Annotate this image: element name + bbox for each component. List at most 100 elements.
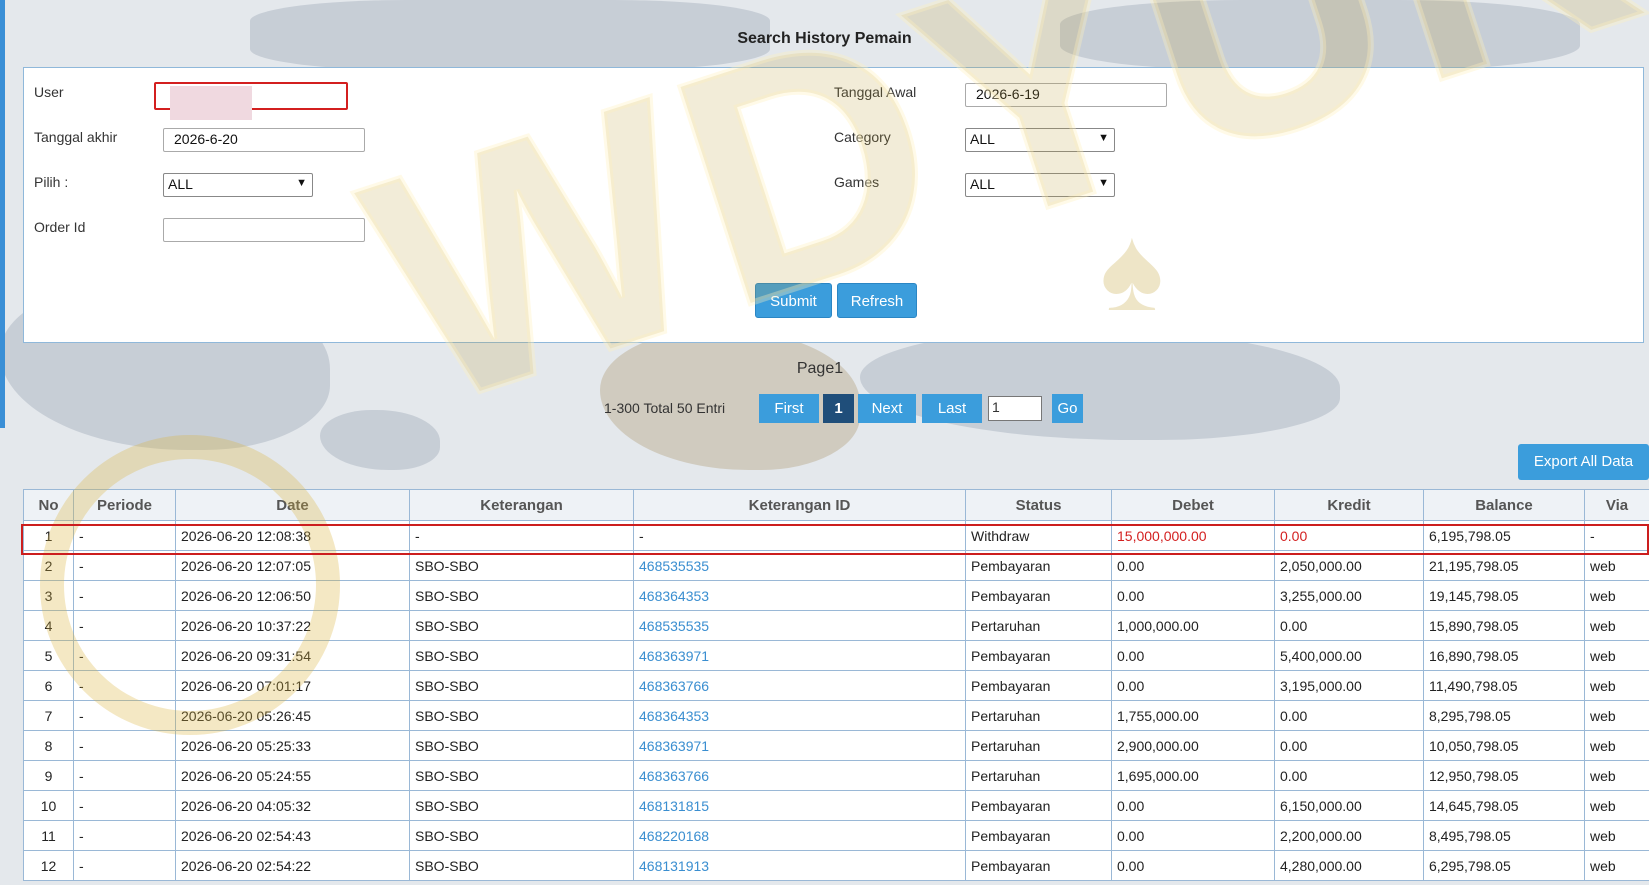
column-header: Keterangan ID <box>633 489 966 521</box>
table-row[interactable]: 8-2026-06-20 05:25:33 SBO-SBO 468363971 Per… <box>23 730 1649 761</box>
table-cell: Pertaruhan <box>965 700 1112 731</box>
table-cell: 8,295,798.05 <box>1423 700 1585 731</box>
table-cell[interactable]: 468131815 <box>633 790 966 821</box>
column-header: No <box>23 489 74 521</box>
table-cell: 1,695,000.00 <box>1111 760 1275 791</box>
table-cell: 6,295,798.05 <box>1423 850 1585 881</box>
table-cell: 2026-06-20 04:05:32 <box>175 790 410 821</box>
first-page-button[interactable]: First <box>759 394 819 423</box>
table-cell: 4 <box>23 610 74 641</box>
table-row[interactable]: 11-2026-06-20 02:54:43 SBO-SBO 468220168 Pe… <box>23 820 1649 851</box>
table-cell: SBO-SBO <box>409 550 634 581</box>
table-cell: 0.00 <box>1274 610 1424 641</box>
table-cell: SBO-SBO <box>409 700 634 731</box>
table-cell: Pembayaran <box>965 790 1112 821</box>
table-header-row: No Periode Date Keterangan Keterangan ID Stat… <box>23 489 1649 521</box>
table-cell: 0.00 <box>1111 550 1275 581</box>
table-row[interactable]: 4-2026-06-20 10:37:22 SBO-SBO 468535535 Per… <box>23 610 1649 641</box>
table-cell: 0.00 <box>1274 760 1424 791</box>
refresh-button[interactable]: Refresh <box>837 283 917 318</box>
next-page-button[interactable]: Next <box>858 394 916 423</box>
table-cell: - <box>409 520 634 551</box>
table-cell[interactable]: 468363766 <box>633 760 966 791</box>
export-all-data-button[interactable]: Export All Data <box>1518 444 1649 480</box>
table-cell: SBO-SBO <box>409 790 634 821</box>
table-cell: - <box>73 610 176 641</box>
table-row[interactable]: 9-2026-06-20 05:24:55 SBO-SBO 468363766 Per… <box>23 760 1649 791</box>
table-cell[interactable]: 468363766 <box>633 670 966 701</box>
table-row[interactable]: 7-2026-06-20 05:26:45 SBO-SBO 468364353 Per… <box>23 700 1649 731</box>
submit-button[interactable]: Submit <box>755 283 832 318</box>
order-id-input[interactable] <box>163 218 365 242</box>
chevron-down-icon: ▼ <box>296 177 307 189</box>
column-header: Via <box>1584 489 1649 521</box>
table-cell[interactable]: 468535535 <box>633 550 966 581</box>
go-button[interactable]: Go <box>1052 394 1083 423</box>
table-cell: 12 <box>23 850 74 881</box>
table-row[interactable]: 10-2026-06-20 04:05:32 SBO-SBO 468131815 Pe… <box>23 790 1649 821</box>
table-cell: 5,400,000.00 <box>1274 640 1424 671</box>
table-cell: 11 <box>23 820 74 851</box>
table-cell: 16,890,798.05 <box>1423 640 1585 671</box>
chevron-down-icon: ▼ <box>1098 177 1109 189</box>
table-cell: - <box>73 850 176 881</box>
table-cell: Pertaruhan <box>965 730 1112 761</box>
table-cell: Pembayaran <box>965 820 1112 851</box>
table-cell: - <box>73 730 176 761</box>
table-cell: web <box>1584 850 1649 881</box>
table-row[interactable]: 3-2026-06-20 12:06:50 SBO-SBO 468364353 Pem… <box>23 580 1649 611</box>
table-cell: 7 <box>23 700 74 731</box>
table-cell[interactable]: 468364353 <box>633 580 966 611</box>
pilih-label: Pilih : <box>34 174 69 190</box>
table-row[interactable]: 12-2026-06-20 02:54:22 SBO-SBO 468131913 Pe… <box>23 850 1649 881</box>
games-select[interactable]: ALL ▼ <box>965 173 1115 197</box>
table-row[interactable]: 2-2026-06-20 12:07:05 SBO-SBO 468535535 Pem… <box>23 550 1649 581</box>
page-number-input[interactable]: 1 <box>988 396 1042 421</box>
table-cell[interactable]: 468363971 <box>633 730 966 761</box>
table-cell: 4,280,000.00 <box>1274 850 1424 881</box>
table-cell: 15,890,798.05 <box>1423 610 1585 641</box>
table-cell: web <box>1584 730 1649 761</box>
entries-count: 1-300 Total 50 Entri <box>604 400 726 416</box>
table-cell: web <box>1584 550 1649 581</box>
last-page-button[interactable]: Last <box>922 394 982 423</box>
search-form-panel: User Tanggal Awal 2026-6-19 Tanggal akhi… <box>23 67 1644 343</box>
table-cell: SBO-SBO <box>409 670 634 701</box>
table-cell: 14,645,798.05 <box>1423 790 1585 821</box>
table-cell[interactable]: 468131913 <box>633 850 966 881</box>
table-cell: Pembayaran <box>965 550 1112 581</box>
category-label: Category <box>834 129 891 145</box>
table-cell[interactable]: 468535535 <box>633 610 966 641</box>
table-cell: - <box>73 820 176 851</box>
games-label: Games <box>834 174 880 190</box>
table-cell: Pembayaran <box>965 580 1112 611</box>
table-cell: 8 <box>23 730 74 761</box>
user-input[interactable] <box>154 82 348 120</box>
table-cell[interactable]: 468220168 <box>633 820 966 851</box>
category-select[interactable]: ALL ▼ <box>965 128 1115 152</box>
table-cell: 2026-06-20 05:24:55 <box>175 760 410 791</box>
table-cell: Pertaruhan <box>965 760 1112 791</box>
tanggal-akhir-input[interactable]: 2026-6-20 <box>163 128 365 152</box>
table-row[interactable]: 6-2026-06-20 07:01:17 SBO-SBO 468363766 Pem… <box>23 670 1649 701</box>
table-cell[interactable]: 468363971 <box>633 640 966 671</box>
table-cell: 2,200,000.00 <box>1274 820 1424 851</box>
chevron-down-icon: ▼ <box>1098 132 1109 144</box>
table-cell: 0.00 <box>1111 580 1275 611</box>
table-row[interactable]: 5-2026-06-20 09:31:54 SBO-SBO 468363971 Pem… <box>23 640 1649 671</box>
table-cell: SBO-SBO <box>409 610 634 641</box>
table-row[interactable]: 1-2026-06-20 12:08:38- - Withdraw 15,000,00… <box>23 520 1649 551</box>
pilih-select[interactable]: ALL ▼ <box>163 173 313 197</box>
tanggal-awal-input[interactable]: 2026-6-19 <box>965 83 1167 107</box>
table-cell: 2 <box>23 550 74 581</box>
column-header: Kredit <box>1274 489 1424 521</box>
table-cell[interactable]: 468364353 <box>633 700 966 731</box>
table-cell: 10 <box>23 790 74 821</box>
current-page-button[interactable]: 1 <box>823 394 854 423</box>
games-select-value: ALL <box>970 176 995 192</box>
table-cell: SBO-SBO <box>409 760 634 791</box>
user-label: User <box>34 84 64 100</box>
table-cell: web <box>1584 640 1649 671</box>
table-cell: - <box>633 520 966 551</box>
table-cell: 2026-06-20 12:08:38 <box>175 520 410 551</box>
